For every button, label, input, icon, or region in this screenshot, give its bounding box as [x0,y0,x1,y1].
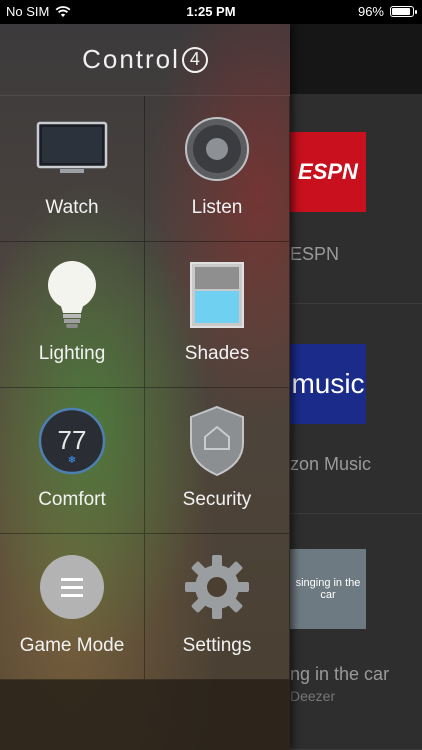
navigation-drawer: Control 4 Watch Listen Lighting Shades 7… [0,24,290,750]
brand-text: Control [82,44,180,74]
game-mode-label: Game Mode [19,635,125,656]
amazon-tile-text: music [291,368,365,399]
lighting-button[interactable]: Lighting [0,242,145,388]
menu-icon [32,547,112,627]
status-right: 96% [357,4,417,19]
lighting-label: Lighting [38,343,106,364]
comfort-label: Comfort [38,489,106,510]
shades-label: Shades [184,343,250,364]
comfort-button[interactable]: 77 ❄ Comfort [0,388,145,534]
deezer-subcaption: Deezer [290,688,336,704]
battery-percent: 96% [357,4,384,19]
espn-caption: ESPN [290,244,340,264]
amazon-music-tile[interactable]: music [290,344,366,424]
listen-label: Listen [191,197,243,218]
settings-button[interactable]: Settings [145,534,290,680]
lightbulb-icon [32,255,112,335]
battery-icon [390,6,417,17]
thermostat-value: 77 [58,425,87,455]
settings-label: Settings [182,635,252,656]
shades-icon [177,255,257,335]
gear-icon [177,547,257,627]
svg-text:❄: ❄ [68,455,76,466]
thermostat-icon: 77 ❄ [32,401,112,481]
deezer-tile[interactable]: singing in the car [290,549,366,629]
shield-icon [177,401,257,481]
shades-button[interactable]: Shades [145,242,290,388]
watch-label: Watch [45,197,99,218]
deezer-caption: ng in the car [290,664,390,684]
espn-tile-text: ESPN [298,159,358,184]
room-menu-grid: Watch Listen Lighting Shades 77 ❄ Comfor… [0,96,290,680]
game-mode-button[interactable]: Game Mode [0,534,145,680]
listen-button[interactable]: Listen [145,96,290,242]
watch-button[interactable]: Watch [0,96,145,242]
deezer-tile-text: singing in the car [295,577,361,601]
control4-logo: Control 4 [0,24,290,96]
brand-mark: 4 [181,46,208,73]
security-button[interactable]: Security [145,388,290,534]
speaker-icon [177,109,257,189]
amazon-caption: zon Music [290,454,372,474]
drawer-footer [0,680,290,750]
espn-tile[interactable]: ESPN [290,132,366,212]
tv-icon [32,109,112,189]
security-label: Security [182,489,252,510]
status-bar: No SIM 1:25 PM 96% [0,0,422,24]
